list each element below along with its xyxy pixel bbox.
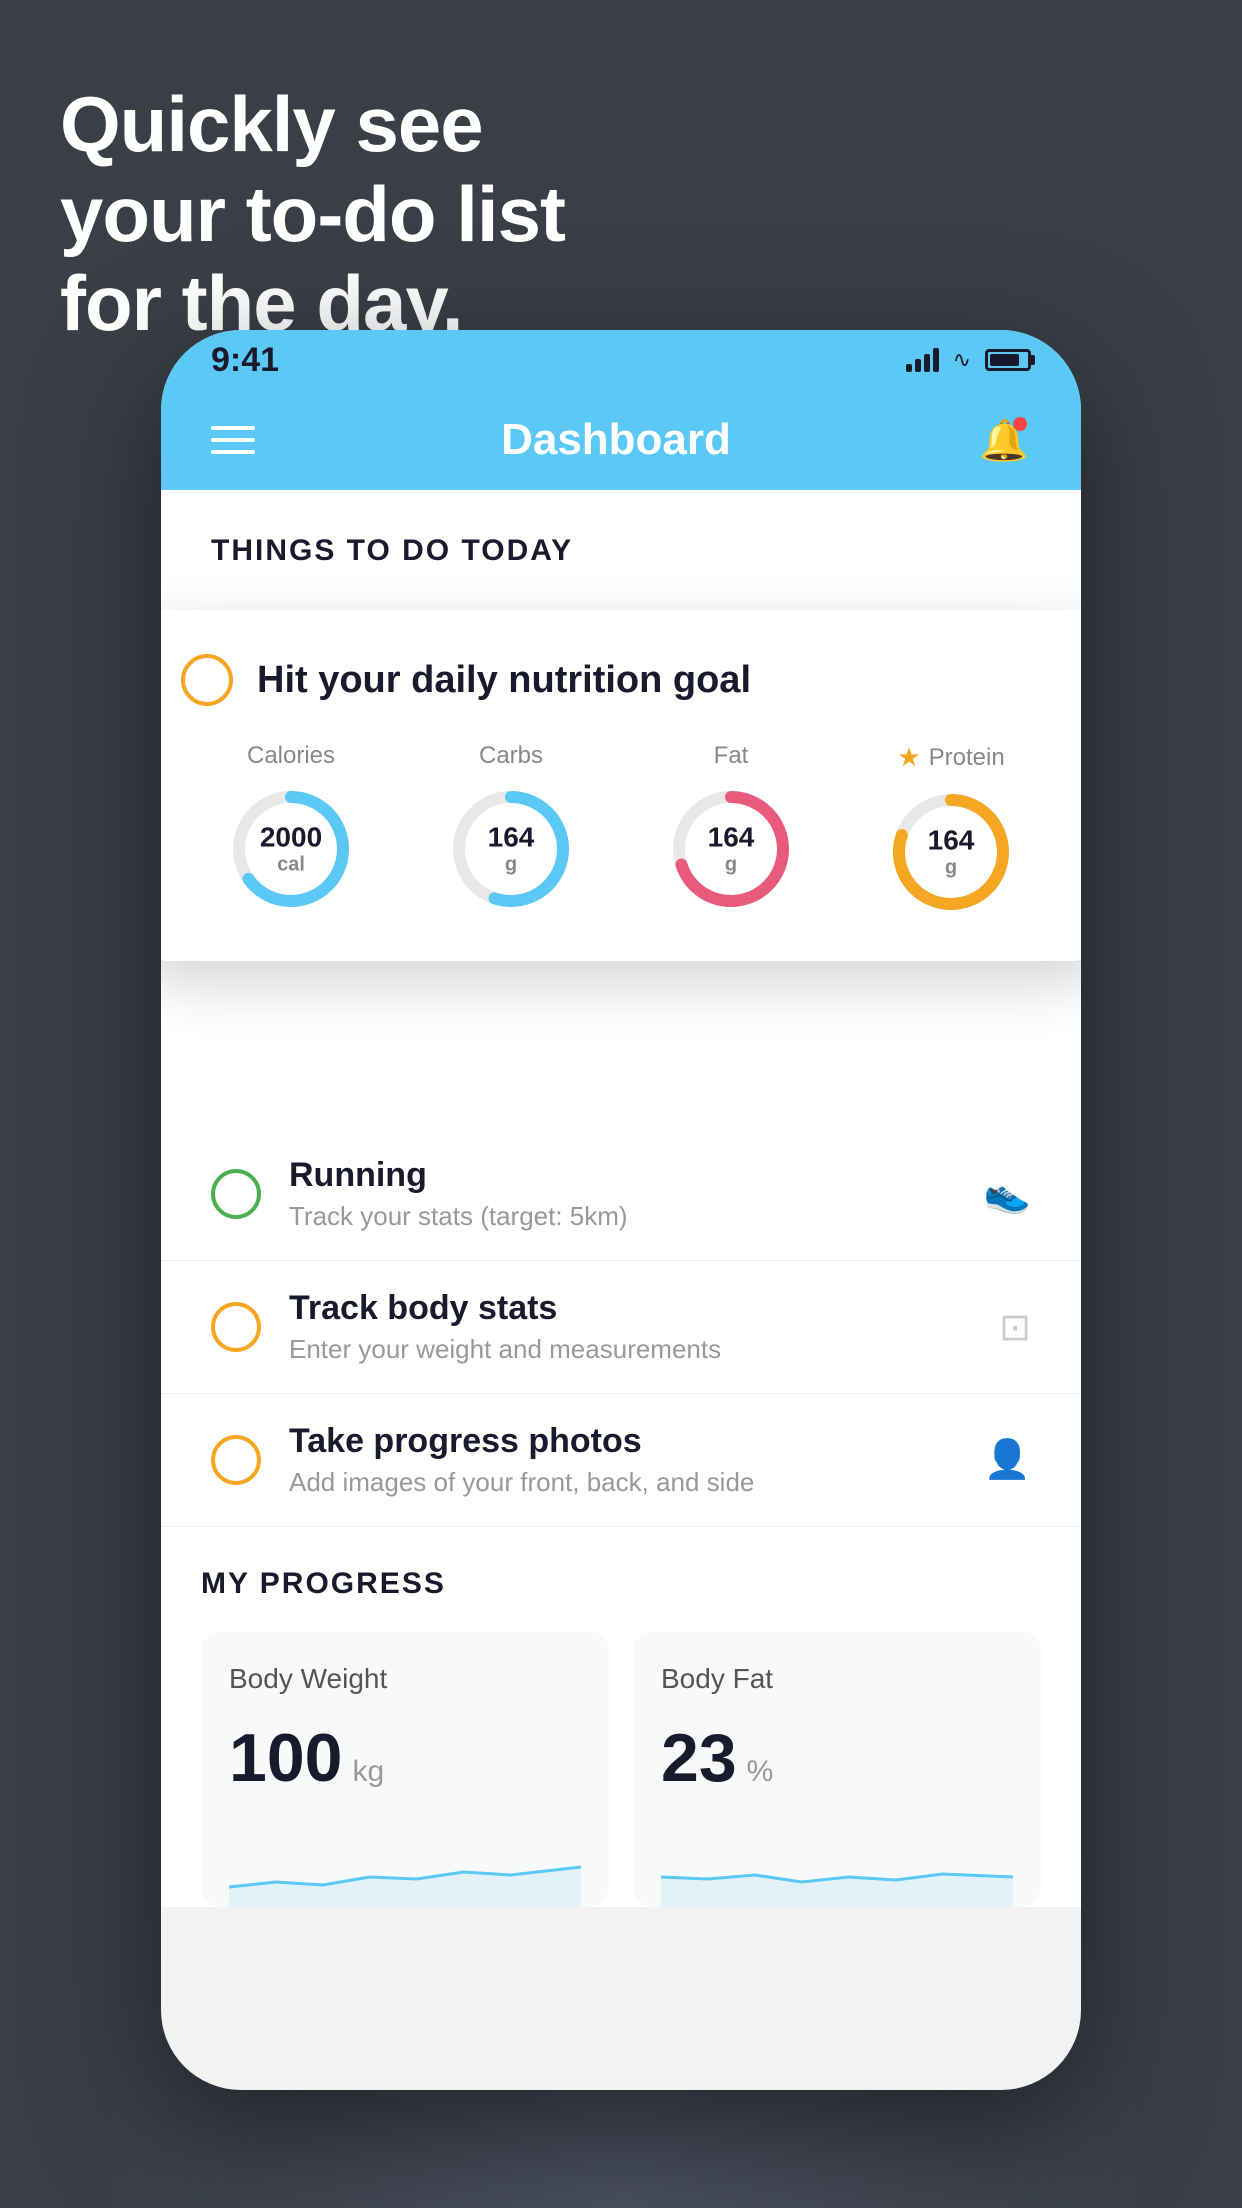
app-header: Dashboard 🔔 — [161, 390, 1081, 490]
todo-item-body-stats[interactable]: Track body stats Enter your weight and m… — [161, 1261, 1081, 1394]
wifi-icon: ∿ — [953, 347, 971, 373]
carbs-donut: 164 g — [446, 784, 576, 914]
body-fat-card-title: Body Fat — [661, 1663, 1013, 1695]
body-weight-card-title: Body Weight — [229, 1663, 581, 1695]
body-stats-title: Track body stats — [289, 1289, 971, 1328]
body-weight-value: 100 — [229, 1719, 342, 1797]
running-title: Running — [289, 1156, 956, 1195]
my-progress-section: MY PROGRESS Body Weight 100 kg — [161, 1527, 1081, 1907]
protein-unit: g — [928, 857, 975, 880]
nutrition-carbs: Carbs 164 g — [446, 742, 576, 914]
content-area: THINGS TO DO TODAY Hit your daily nutrit… — [161, 490, 1081, 1907]
nutrition-calories: Calories 2000 cal — [226, 742, 356, 914]
fat-donut: 164 g — [666, 784, 796, 914]
status-time: 9:41 — [211, 341, 279, 380]
protein-label-row: ★ Protein — [897, 742, 1004, 773]
body-fat-unit: % — [747, 1755, 774, 1789]
calories-donut: 2000 cal — [226, 784, 356, 914]
running-text: Running Track your stats (target: 5km) — [289, 1156, 956, 1232]
body-stats-icon: ⊡ — [999, 1305, 1031, 1350]
running-check-circle — [211, 1169, 261, 1219]
body-fat-chart — [661, 1827, 1013, 1907]
progress-cards: Body Weight 100 kg Body Fat — [201, 1631, 1041, 1907]
progress-photos-subtitle: Add images of your front, back, and side — [289, 1467, 956, 1498]
progress-header: MY PROGRESS — [201, 1567, 1041, 1601]
nutrition-check-circle[interactable] — [181, 654, 233, 706]
notification-button[interactable]: 🔔 — [977, 413, 1031, 467]
fat-unit: g — [708, 854, 755, 877]
todo-item-progress-photos[interactable]: Take progress photos Add images of your … — [161, 1394, 1081, 1527]
body-stats-subtitle: Enter your weight and measurements — [289, 1334, 971, 1365]
calories-label: Calories — [247, 742, 335, 770]
nutrition-card-title: Hit your daily nutrition goal — [257, 659, 751, 702]
phone-mockup: 9:41 ∿ Dashboard 🔔 THINGS TO DO TODAY — [161, 330, 1081, 2090]
todo-list: Running Track your stats (target: 5km) 👟… — [161, 1118, 1081, 1527]
body-weight-value-row: 100 kg — [229, 1719, 581, 1797]
fat-label: Fat — [714, 742, 749, 770]
things-to-do-header: THINGS TO DO TODAY — [161, 490, 1081, 588]
progress-photos-check-circle — [211, 1435, 261, 1485]
notification-dot — [1013, 417, 1027, 431]
headline: Quickly seeyour to-do listfor the day. — [60, 80, 565, 349]
app-title: Dashboard — [501, 415, 731, 465]
protein-value: 164 — [928, 825, 975, 857]
protein-label: Protein — [929, 744, 1005, 772]
calories-unit: cal — [260, 854, 322, 877]
signal-icon — [906, 348, 939, 372]
body-fat-value: 23 — [661, 1719, 737, 1797]
todo-item-running[interactable]: Running Track your stats (target: 5km) 👟 — [161, 1128, 1081, 1261]
star-icon: ★ — [897, 742, 920, 773]
body-weight-card: Body Weight 100 kg — [201, 1631, 609, 1907]
progress-photos-icon: 👤 — [984, 1438, 1031, 1482]
status-bar: 9:41 ∿ — [161, 330, 1081, 390]
body-weight-unit: kg — [352, 1755, 384, 1789]
nutrition-circles: Calories 2000 cal Carbs — [181, 742, 1061, 917]
running-icon: 👟 — [984, 1172, 1031, 1216]
carbs-unit: g — [488, 854, 535, 877]
body-stats-text: Track body stats Enter your weight and m… — [289, 1289, 971, 1365]
progress-photos-text: Take progress photos Add images of your … — [289, 1422, 956, 1498]
fat-value: 164 — [708, 822, 755, 854]
nutrition-card-title-row: Hit your daily nutrition goal — [181, 654, 1061, 706]
body-stats-check-circle — [211, 1302, 261, 1352]
battery-icon — [985, 349, 1031, 371]
nutrition-fat: Fat 164 g — [666, 742, 796, 914]
body-fat-value-row: 23 % — [661, 1719, 1013, 1797]
body-weight-chart — [229, 1827, 581, 1907]
menu-button[interactable] — [211, 426, 255, 454]
calories-value: 2000 — [260, 822, 322, 854]
carbs-label: Carbs — [479, 742, 543, 770]
nutrition-protein: ★ Protein 164 g — [886, 742, 1016, 917]
progress-photos-title: Take progress photos — [289, 1422, 956, 1461]
carbs-value: 164 — [488, 822, 535, 854]
body-fat-card: Body Fat 23 % — [633, 1631, 1041, 1907]
nutrition-card: Hit your daily nutrition goal Calories 2… — [161, 610, 1081, 961]
protein-donut: 164 g — [886, 787, 1016, 917]
running-subtitle: Track your stats (target: 5km) — [289, 1201, 956, 1232]
status-icons: ∿ — [906, 347, 1031, 373]
